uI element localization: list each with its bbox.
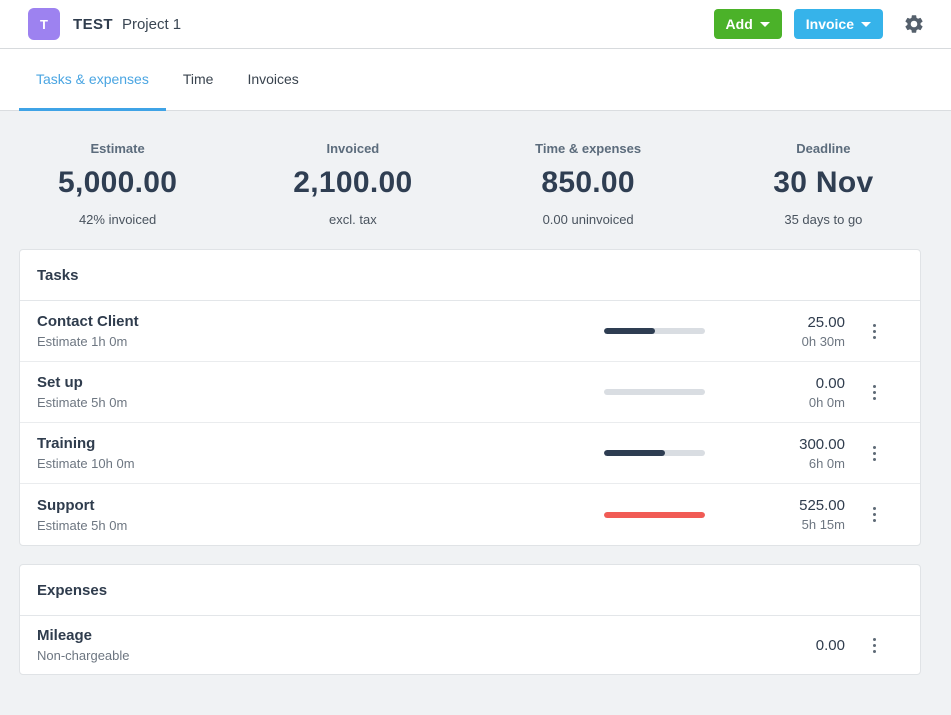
stat-subtext: excl. tax [235,212,470,227]
task-hours: 5h 15m [705,517,845,532]
task-info: Training Estimate 10h 0m [37,435,135,471]
invoice-button[interactable]: Invoice [794,9,883,39]
task-hours: 0h 30m [705,334,845,349]
task-progress-bar [604,389,705,395]
task-values: 300.00 6h 0m [705,436,845,471]
task-progress-fill [604,328,655,334]
stat-value: 2,100.00 [235,166,470,200]
task-values: 0.00 0h 0m [705,375,845,410]
tab-invoices[interactable]: Invoices [230,49,315,111]
kebab-menu-icon[interactable] [845,379,903,406]
task-progress-bar [604,512,705,518]
chevron-down-icon [760,22,770,27]
task-row-contact-client: Contact Client Estimate 1h 0m 25.00 0h 3… [20,301,920,362]
kebab-menu-icon[interactable] [845,632,903,659]
task-amount: 0.00 [705,375,845,392]
stat-subtext: 35 days to go [706,212,941,227]
stat-invoiced: Invoiced 2,100.00 excl. tax [235,141,470,227]
tab-time[interactable]: Time [166,49,231,111]
page-title: TEST Project 1 [73,16,181,33]
task-row-training: Training Estimate 10h 0m 300.00 6h 0m [20,423,920,484]
stat-value: 5,000.00 [0,166,235,200]
project-summary-stats: Estimate 5,000.00 42% invoiced Invoiced … [0,141,941,227]
tab-tasks-expenses[interactable]: Tasks & expenses [19,49,166,111]
task-progress-fill [604,512,705,518]
task-estimate: Estimate 10h 0m [37,456,135,471]
task-hours: 0h 0m [705,395,845,410]
expense-values: 0.00 [705,637,845,654]
task-values: 25.00 0h 30m [705,314,845,349]
add-button[interactable]: Add [714,9,782,39]
stat-estimate: Estimate 5,000.00 42% invoiced [0,141,235,227]
task-values: 525.00 5h 15m [705,497,845,532]
task-name: Training [37,435,135,452]
task-estimate: Estimate 1h 0m [37,334,139,349]
task-amount: 525.00 [705,497,845,514]
task-name: Contact Client [37,313,139,330]
task-info: Support Estimate 5h 0m [37,497,127,533]
task-row-support: Support Estimate 5h 0m 525.00 5h 15m [20,484,920,545]
header-actions: Add Invoice [714,9,925,39]
stat-label: Estimate [0,141,235,156]
kebab-menu-icon[interactable] [845,440,903,467]
expenses-card-title: Expenses [20,565,920,616]
task-info: Contact Client Estimate 1h 0m [37,313,139,349]
tasks-card: Tasks Contact Client Estimate 1h 0m 25.0… [19,249,921,546]
expense-row-mileage: Mileage Non-chargeable 0.00 [20,616,920,674]
tasks-card-title: Tasks [20,250,920,301]
task-estimate: Estimate 5h 0m [37,395,127,410]
chevron-down-icon [861,22,871,27]
expenses-card: Expenses Mileage Non-chargeable 0.00 [19,564,921,675]
stat-value: 30 Nov [706,166,941,200]
gear-icon[interactable] [903,13,925,35]
stat-label: Time & expenses [471,141,706,156]
invoice-button-label: Invoice [806,16,854,32]
task-progress-fill [604,450,665,456]
task-amount: 25.00 [705,314,845,331]
stat-subtext: 42% invoiced [0,212,235,227]
kebab-menu-icon[interactable] [845,318,903,345]
kebab-menu-icon[interactable] [845,501,903,528]
expense-name: Mileage [37,627,130,644]
app-header: T TEST Project 1 Add Invoice [0,0,951,49]
expense-amount: 0.00 [705,637,845,654]
task-info: Set up Estimate 5h 0m [37,374,127,410]
stat-label: Invoiced [235,141,470,156]
stat-label: Deadline [706,141,941,156]
stat-value: 850.00 [471,166,706,200]
expense-note: Non-chargeable [37,648,130,663]
task-name: Set up [37,374,127,391]
project-name: Project 1 [122,16,181,33]
add-button-label: Add [726,16,753,32]
task-estimate: Estimate 5h 0m [37,518,127,533]
task-progress-bar [604,328,705,334]
stat-time-expenses: Time & expenses 850.00 0.00 uninvoiced [471,141,706,227]
task-row-set-up: Set up Estimate 5h 0m 0.00 0h 0m [20,362,920,423]
task-progress-bar [604,450,705,456]
task-amount: 300.00 [705,436,845,453]
task-hours: 6h 0m [705,456,845,471]
task-name: Support [37,497,127,514]
expense-info: Mileage Non-chargeable [37,627,130,663]
stat-subtext: 0.00 uninvoiced [471,212,706,227]
tab-bar: Tasks & expenses Time Invoices [0,49,951,111]
stat-deadline: Deadline 30 Nov 35 days to go [706,141,941,227]
project-avatar: T [28,8,60,40]
project-code: TEST [73,16,113,33]
